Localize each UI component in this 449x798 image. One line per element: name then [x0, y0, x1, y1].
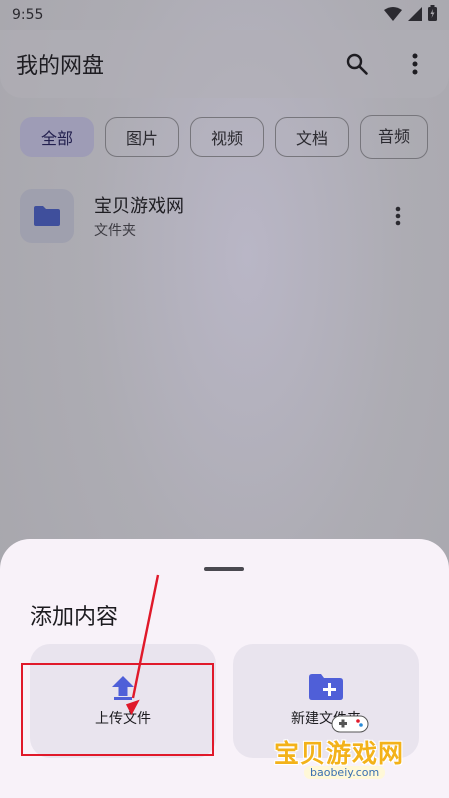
folder-thumbnail: [20, 189, 74, 243]
watermark-text: 宝贝游戏网: [274, 739, 405, 768]
chip-label: 音频: [377, 127, 410, 146]
search-button[interactable]: [343, 50, 371, 78]
file-more-button[interactable]: [384, 202, 412, 230]
create-folder-icon: [309, 674, 343, 700]
chip-images[interactable]: 图片: [105, 117, 179, 157]
signal-icon: [408, 6, 422, 25]
annotation-highlight-box: [21, 663, 214, 756]
chip-label: 视频: [210, 129, 243, 148]
chip-all[interactable]: 全部: [20, 117, 94, 157]
page-title: 我的网盘: [16, 54, 105, 79]
status-bar: 9:55: [0, 0, 449, 30]
app-bar: 我的网盘: [0, 30, 449, 98]
file-info: 宝贝游戏网 文件夹: [94, 192, 184, 240]
file-list-item[interactable]: 宝贝游戏网 文件夹: [20, 188, 430, 244]
more-vert-icon: [412, 53, 418, 75]
chip-audio[interactable]: 音频: [360, 115, 428, 159]
status-time: 9:55: [12, 7, 44, 23]
more-vert-icon: [395, 206, 401, 226]
status-icons: [384, 5, 437, 25]
gamepad-icon: [331, 715, 369, 733]
file-name: 宝贝游戏网: [94, 196, 184, 217]
chip-label: 文档: [295, 129, 328, 148]
wifi-icon: [384, 6, 402, 25]
chip-label: 图片: [125, 129, 158, 148]
watermark-url: baobeiy.com: [304, 766, 386, 779]
app-bar-actions: [343, 50, 433, 78]
chip-videos[interactable]: 视频: [190, 117, 264, 157]
chip-label: 全部: [40, 129, 73, 148]
watermark-logo: 宝贝游戏网 baobeiy.com: [270, 708, 430, 788]
sheet-drag-handle[interactable]: [204, 567, 244, 571]
file-type: 文件夹: [94, 223, 136, 239]
search-icon: [346, 53, 368, 75]
filter-chips: 全部 图片 视频 文档 音频: [20, 115, 428, 159]
folder-icon: [34, 206, 60, 226]
battery-icon: [428, 5, 437, 25]
sheet-title: 添加内容: [30, 605, 119, 630]
more-options-button[interactable]: [401, 50, 429, 78]
chip-documents[interactable]: 文档: [275, 117, 349, 157]
